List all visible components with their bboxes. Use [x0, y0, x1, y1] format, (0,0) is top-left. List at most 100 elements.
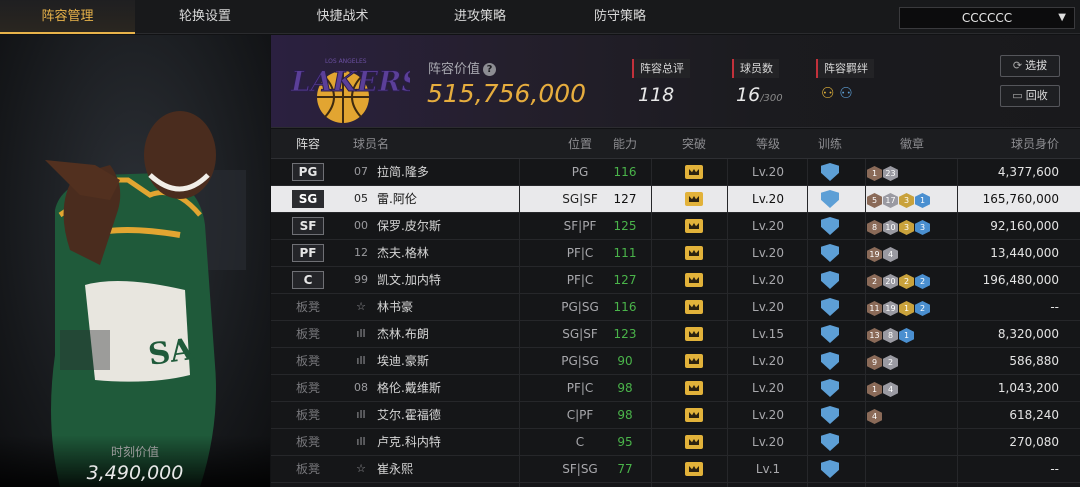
table-row[interactable]: PF 12 杰夫.格林 PF|C 111 Lv.20 19 4 13,440,00… — [271, 240, 1080, 267]
badge-icon[interactable]: 2 — [915, 274, 930, 289]
crown-icon[interactable] — [685, 381, 703, 395]
training-shield-icon[interactable] — [821, 217, 839, 235]
table-row[interactable]: 板凳 ☆ 崔永熙 SF|SG 77 Lv.1 -- — [271, 456, 1080, 483]
crown-icon[interactable] — [685, 462, 703, 476]
badge-icon[interactable]: 10 — [883, 220, 898, 235]
badge-icon[interactable]: 1 — [915, 193, 930, 208]
col-badges[interactable]: 徽章 — [867, 129, 957, 159]
badge-icon[interactable]: 8 — [867, 220, 882, 235]
table-row[interactable]: 板凳 ıll 艾尔.霍福德 C|PF 98 Lv.20 4 618,240 — [271, 402, 1080, 429]
badge-icon[interactable]: 17 — [883, 193, 898, 208]
table-row[interactable]: 板凳 08 格伦.戴维斯 PF|C 98 Lv.20 14 1,043,200 — [271, 375, 1080, 402]
badge-icon[interactable]: 1 — [899, 328, 914, 343]
table-row[interactable]: PG 07 拉简.隆多 PG 116 Lv.20 1 23 4,377,600 — [271, 159, 1080, 186]
training-shield-icon[interactable] — [821, 460, 839, 478]
lineup-select-dropdown[interactable]: CCCCCC ▼ — [899, 7, 1075, 29]
badge-icon[interactable]: 2 — [883, 355, 898, 370]
training-shield-icon[interactable] — [821, 271, 839, 289]
training-shield-icon[interactable] — [821, 298, 839, 316]
badge-icon[interactable]: 4 — [883, 247, 898, 262]
col-player-name[interactable]: 球员名 — [353, 129, 389, 159]
player-name[interactable]: 杰林.布朗 — [377, 321, 517, 347]
badge-icon[interactable]: 4 — [883, 382, 898, 397]
training-shield-icon[interactable] — [821, 190, 839, 208]
badge-icon[interactable]: 19 — [867, 247, 882, 262]
crown-icon[interactable] — [685, 165, 703, 179]
crown-icon[interactable] — [685, 435, 703, 449]
table-row[interactable]: SF 00 保罗.皮尔斯 SF|PF 125 Lv.20 8 10 3 3 92,16… — [271, 213, 1080, 240]
col-training[interactable]: 训练 — [809, 129, 851, 159]
help-icon[interactable]: ? — [483, 63, 497, 76]
training-shield-icon[interactable] — [821, 379, 839, 397]
training-shield-icon[interactable] — [821, 406, 839, 424]
badge-icon[interactable]: 4 — [867, 409, 882, 424]
table-row[interactable]: 板凳 ıll 杰林.布朗 SG|SF 123 Lv.15 13 8 1 8,320,… — [271, 321, 1080, 348]
crown-icon[interactable] — [685, 273, 703, 287]
player-name[interactable]: 艾尔.霍福德 — [377, 402, 517, 428]
position-badge[interactable]: SF — [292, 217, 324, 235]
table-row[interactable]: 板凳 ☆ 林书豪 PG|SG 116 Lv.20 11 19 1 2 -- — [271, 294, 1080, 321]
training-shield-icon[interactable] — [821, 244, 839, 262]
badge-icon[interactable]: 8 — [883, 328, 898, 343]
tab-lineup-management[interactable]: 阵容管理 — [0, 0, 135, 34]
badge-icon[interactable]: 9 — [867, 355, 882, 370]
crown-icon[interactable] — [685, 354, 703, 368]
player-name[interactable]: 保罗.皮尔斯 — [377, 213, 517, 239]
player-name[interactable]: 卢克.科内特 — [377, 429, 517, 455]
table-row[interactable]: 板凳 ıll 埃迪.豪斯 PG|SG 90 Lv.20 92 586,880 — [271, 348, 1080, 375]
position-badge[interactable]: PF — [292, 244, 324, 262]
player-name[interactable]: 凯文.加内特 — [377, 267, 517, 293]
player-name[interactable]: 埃迪.豪斯 — [377, 348, 517, 374]
player-name[interactable]: 崔永熙 — [377, 456, 517, 482]
badge-icon[interactable]: 5 — [867, 193, 882, 208]
position-badge[interactable]: SG — [292, 190, 324, 208]
badge-icon[interactable]: 3 — [915, 220, 930, 235]
badge-icon[interactable]: 3 — [899, 193, 914, 208]
training-shield-icon[interactable] — [821, 325, 839, 343]
select-button[interactable]: ⟳ 选拔 — [1000, 55, 1060, 77]
badge-icon[interactable]: 13 — [867, 328, 882, 343]
badge-icon[interactable]: 20 — [883, 274, 898, 289]
col-player-value[interactable]: 球员身价 — [957, 129, 1059, 159]
player-name[interactable]: 杰夫.格林 — [377, 240, 517, 266]
player-name[interactable]: 雷.阿伦 — [377, 186, 517, 212]
badge-icon[interactable]: 3 — [899, 220, 914, 235]
col-lineup[interactable]: 阵容 — [271, 129, 345, 159]
position-badge[interactable]: PG — [292, 163, 324, 181]
col-breakthrough[interactable]: 突破 — [667, 129, 721, 159]
tab-rotation-settings[interactable]: 轮换设置 — [135, 0, 275, 34]
col-ability[interactable]: 能力 — [599, 129, 651, 159]
tab-quick-tactics[interactable]: 快捷战术 — [275, 0, 410, 34]
bond-blue-icon[interactable]: ⚇ — [839, 84, 852, 102]
recycle-button[interactable]: ▭ 回收 — [1000, 85, 1060, 107]
training-shield-icon[interactable] — [821, 163, 839, 181]
crown-icon[interactable] — [685, 192, 703, 206]
badge-icon[interactable]: 11 — [867, 301, 882, 316]
tab-defense-strategy[interactable]: 防守策略 — [550, 0, 690, 34]
table-row[interactable]: SG 05 雷.阿伦 SG|SF 127 Lv.20 5 17 3 1 165,760… — [271, 186, 1080, 213]
badge-icon[interactable]: 2 — [899, 274, 914, 289]
crown-icon[interactable] — [685, 246, 703, 260]
player-name[interactable]: 林书豪 — [377, 294, 517, 320]
training-shield-icon[interactable] — [821, 352, 839, 370]
col-level[interactable]: 等级 — [731, 129, 805, 159]
table-row[interactable]: 板凳 ıll 卢克.科内特 C 95 Lv.20 270,080 — [271, 429, 1080, 456]
tab-offense-strategy[interactable]: 进攻策略 — [410, 0, 550, 34]
badge-icon[interactable]: 2 — [915, 301, 930, 316]
crown-icon[interactable] — [685, 219, 703, 233]
crown-icon[interactable] — [685, 327, 703, 341]
badge-icon[interactable]: 1 — [867, 382, 882, 397]
crown-icon[interactable] — [685, 300, 703, 314]
badge-icon[interactable]: 23 — [883, 166, 898, 181]
training-shield-icon[interactable] — [821, 433, 839, 451]
position-badge[interactable]: C — [292, 271, 324, 289]
bond-gold-icon[interactable]: ⚇ — [821, 84, 834, 102]
badge-icon[interactable]: 1 — [899, 301, 914, 316]
table-row[interactable]: C 99 凯文.加内特 PF|C 127 Lv.20 2 20 2 2 196,480… — [271, 267, 1080, 294]
player-name[interactable]: 格伦.戴维斯 — [377, 375, 517, 401]
player-name[interactable]: 拉简.隆多 — [377, 159, 517, 185]
badge-icon[interactable]: 19 — [883, 301, 898, 316]
crown-icon[interactable] — [685, 408, 703, 422]
badge-icon[interactable]: 1 — [867, 166, 882, 181]
badge-icon[interactable]: 2 — [867, 274, 882, 289]
